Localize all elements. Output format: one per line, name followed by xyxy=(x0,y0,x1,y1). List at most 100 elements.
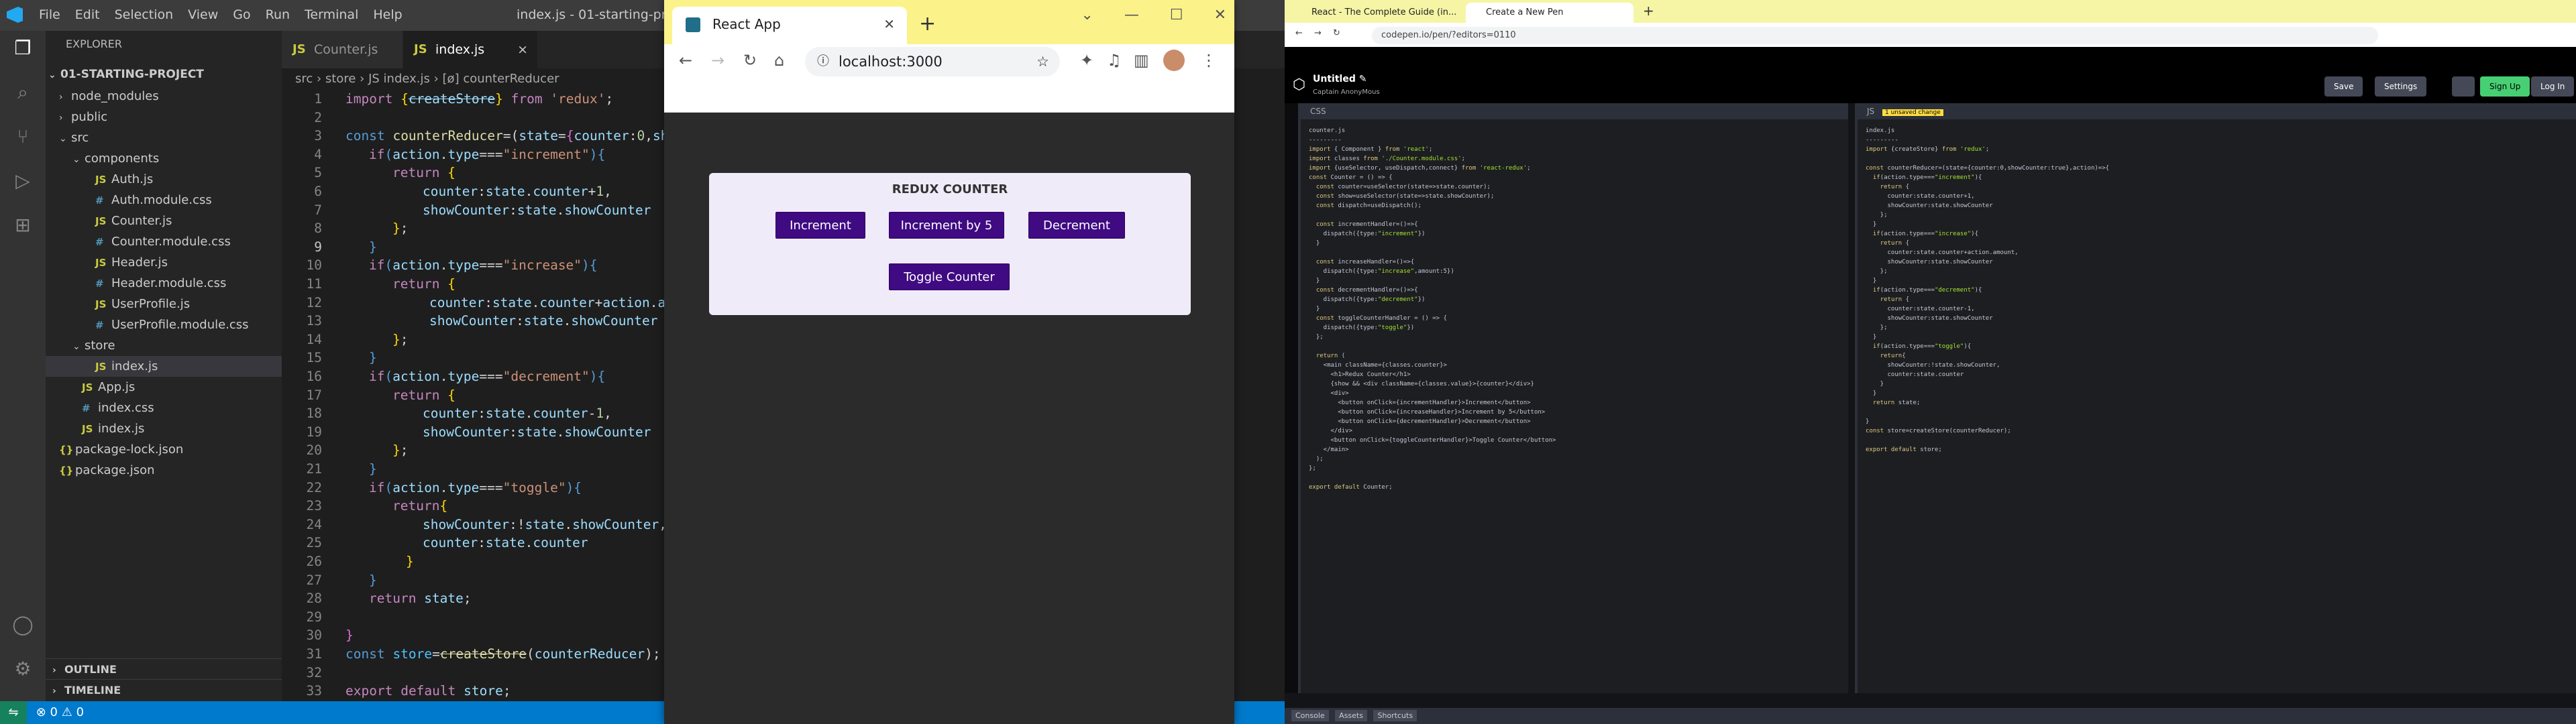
reload-icon[interactable]: ↻ xyxy=(743,51,757,70)
tree-item-counter-css[interactable]: # Counter.module.css xyxy=(46,231,282,252)
save-button[interactable]: Save xyxy=(2324,76,2363,97)
forward-icon[interactable]: → xyxy=(1314,28,1322,38)
line-number: 9 xyxy=(314,239,322,255)
run-debug-icon[interactable]: ▷ xyxy=(11,169,35,193)
back-icon[interactable]: ← xyxy=(679,51,692,70)
line-number: 12 xyxy=(306,294,322,310)
settings-gear-icon[interactable]: ⚙ xyxy=(11,657,35,681)
code-line: return{ xyxy=(392,498,448,514)
toggle-counter-button[interactable]: Toggle Counter xyxy=(889,263,1010,290)
media-icon[interactable]: ♫ xyxy=(1107,51,1122,70)
css-pane[interactable]: CSS counter.js --------- import { Compon… xyxy=(1298,103,1848,693)
tree-item-components[interactable]: ⌄ components xyxy=(46,148,282,169)
settings-button[interactable]: Settings xyxy=(2375,76,2427,97)
log-in-button[interactable]: Log In xyxy=(2531,76,2575,97)
outline-section[interactable]: › OUTLINE xyxy=(46,658,282,679)
reload-icon[interactable]: ↻ xyxy=(1333,28,1340,38)
problems-count[interactable]: ⊗ 0 ⚠ 0 xyxy=(36,705,84,719)
line-number: 18 xyxy=(306,406,322,422)
account-icon[interactable]: ◯ xyxy=(11,613,35,637)
menu-go[interactable]: Go xyxy=(233,7,250,22)
sign-up-button[interactable]: Sign Up xyxy=(2480,76,2530,97)
increment-by-5-button[interactable]: Increment by 5 xyxy=(889,212,1004,239)
new-tab-icon[interactable]: + xyxy=(1643,3,1654,19)
side-panel-icon[interactable]: ▥ xyxy=(1134,51,1149,70)
menu-kebab-icon[interactable]: ⋮ xyxy=(1201,51,1217,70)
react-favicon-icon xyxy=(686,17,700,32)
tree-item-auth-js[interactable]: JS Auth.js xyxy=(46,169,282,190)
pen-title[interactable]: Untitled ✎ xyxy=(1313,74,1366,84)
line-number: 14 xyxy=(306,331,322,347)
new-tab-icon[interactable]: + xyxy=(919,12,936,36)
maximize-icon[interactable]: ☐ xyxy=(1170,7,1183,23)
star-icon[interactable]: ☆ xyxy=(1036,47,1049,76)
tab-react-guide[interactable]: React - The Complete Guide (in... xyxy=(1291,3,1459,23)
menu-edit[interactable]: Edit xyxy=(75,7,100,22)
chevron-down-icon[interactable]: ⌄ xyxy=(1081,7,1093,23)
explorer-icon[interactable]: ❐ xyxy=(11,36,35,60)
extensions-puzzle-icon[interactable]: ✦ xyxy=(1080,51,1093,70)
code-line: return { xyxy=(392,165,455,181)
menu-selection[interactable]: Selection xyxy=(115,7,174,22)
line-number: 21 xyxy=(306,461,322,477)
source-control-icon[interactable]: ⑂ xyxy=(11,125,35,149)
menu-run[interactable]: Run xyxy=(266,7,290,22)
tree-item-app-js[interactable]: JS App.js xyxy=(46,377,282,398)
line-number: 33 xyxy=(306,683,322,699)
tree-item-counter-js[interactable]: JS Counter.js xyxy=(46,210,282,231)
shortcuts-button[interactable]: Shortcuts xyxy=(1373,710,1417,721)
js-file-icon: JS xyxy=(95,257,107,269)
tree-item-src[interactable]: ⌄ src xyxy=(46,127,282,148)
site-info-icon[interactable]: ⓘ xyxy=(817,47,829,76)
js-file-icon: JS xyxy=(95,174,107,186)
tree-item-index-js[interactable]: JS index.js xyxy=(46,418,282,439)
address-bar[interactable]: ⓘ localhost:3000 ☆ xyxy=(805,47,1060,76)
search-icon[interactable]: ⌕ xyxy=(11,80,35,105)
tree-item-store-index-js[interactable]: JS index.js xyxy=(46,356,282,377)
increment-button[interactable]: Increment xyxy=(775,212,865,239)
remote-icon[interactable]: ⇋ xyxy=(0,701,27,724)
breadcrumb[interactable]: src › store › JS index.js › [ø] counterR… xyxy=(295,68,559,90)
address-bar[interactable]: codepen.io/pen/?editors=0110 xyxy=(1372,27,2378,44)
menu-file[interactable]: File xyxy=(39,7,60,22)
tree-item-node-modules[interactable]: › node_modules xyxy=(46,86,282,107)
js-file-icon: JS xyxy=(95,215,107,227)
decrement-button[interactable]: Decrement xyxy=(1028,212,1125,239)
close-tab-icon[interactable]: ✕ xyxy=(883,16,895,32)
tab-counter-js[interactable]: JS Counter.js xyxy=(282,31,402,68)
tab-create-pen[interactable]: Create a New Pen xyxy=(1466,3,1633,23)
avatar[interactable] xyxy=(1163,50,1185,71)
tree-item-header-js[interactable]: JS Header.js xyxy=(46,252,282,273)
menu-help[interactable]: Help xyxy=(373,7,402,22)
menu-terminal[interactable]: Terminal xyxy=(305,7,358,22)
home-icon[interactable]: ⌂ xyxy=(774,51,784,70)
tree-item-package-lock[interactable]: {} package-lock.json xyxy=(46,439,282,460)
line-number: 7 xyxy=(314,202,322,218)
tree-item-public[interactable]: › public xyxy=(46,107,282,127)
console-button[interactable]: Console xyxy=(1291,710,1329,721)
close-icon[interactable]: × xyxy=(517,31,528,68)
js-file-icon: JS xyxy=(414,42,427,56)
tree-item-userprofile-css[interactable]: # UserProfile.module.css xyxy=(46,314,282,335)
layout-icon[interactable] xyxy=(2452,76,2475,97)
tree-item-store[interactable]: ⌄ store xyxy=(46,335,282,356)
back-icon[interactable]: ← xyxy=(1295,28,1303,38)
js-file-icon: JS xyxy=(292,42,306,56)
extensions-icon[interactable]: ⊞ xyxy=(11,213,35,237)
timeline-section[interactable]: › TIMELINE xyxy=(46,679,282,700)
forward-icon[interactable]: → xyxy=(711,51,724,70)
minimize-icon[interactable]: — xyxy=(1124,7,1139,23)
assets-button[interactable]: Assets xyxy=(1335,710,1367,721)
close-window-icon[interactable]: ✕ xyxy=(1214,7,1226,23)
tree-item-auth-css[interactable]: # Auth.module.css xyxy=(46,190,282,210)
tree-item-header-css[interactable]: # Header.module.css xyxy=(46,273,282,294)
js-pane[interactable]: JS 1 unsaved change index.js --------- i… xyxy=(1855,103,2576,693)
menu-view[interactable]: View xyxy=(188,7,218,22)
tree-item-package-json[interactable]: {} package.json xyxy=(46,460,282,481)
tree-item-index-css[interactable]: # index.css xyxy=(46,398,282,418)
css-file-icon: # xyxy=(95,194,104,206)
codepen-top-gap xyxy=(1285,47,2576,70)
tree-item-userprofile-js[interactable]: JS UserProfile.js xyxy=(46,294,282,314)
project-root[interactable]: ⌄ 01-STARTING-PROJECT xyxy=(46,64,282,85)
tab-index-js[interactable]: JS index.js × xyxy=(403,31,537,68)
